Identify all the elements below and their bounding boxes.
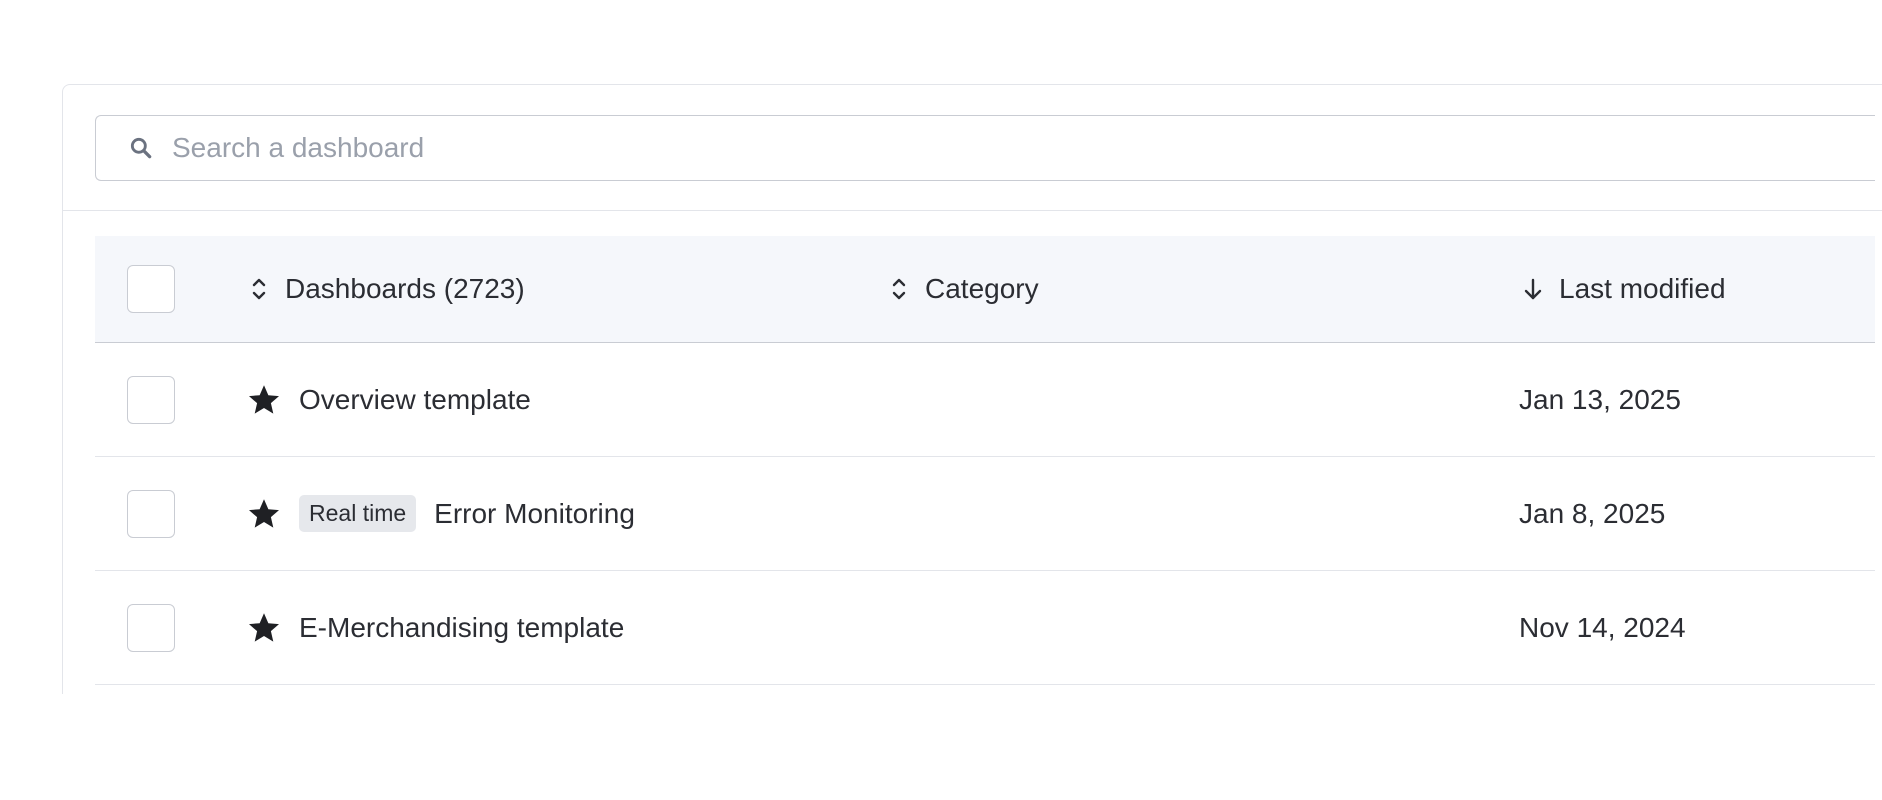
dashboard-name[interactable]: E-Merchandising template: [299, 612, 624, 644]
last-modified-cell: Jan 13, 2025: [1519, 383, 1681, 415]
realtime-badge: Real time: [299, 495, 417, 532]
last-modified-cell: Jan 8, 2025: [1519, 497, 1666, 529]
dashboards-table: Dashboards (2723) Category Last modified: [95, 236, 1875, 685]
sort-icon: [245, 272, 273, 306]
search-icon: [126, 133, 156, 163]
table-header: Dashboards (2723) Category Last modified: [95, 236, 1875, 343]
search-area: [63, 85, 1882, 211]
column-label-last-modified: Last modified: [1559, 273, 1726, 304]
dashboard-name[interactable]: Overview template: [299, 384, 531, 416]
dashboard-name-cell: Overview template: [245, 343, 531, 456]
column-header-dashboards[interactable]: Dashboards (2723): [245, 236, 525, 342]
row-checkbox[interactable]: [127, 603, 175, 652]
dashboard-name[interactable]: Error Monitoring: [434, 498, 635, 530]
arrow-down-icon: [1519, 272, 1547, 306]
row-checkbox[interactable]: [127, 489, 175, 538]
star-icon[interactable]: [245, 495, 283, 533]
select-all-checkbox[interactable]: [127, 265, 175, 313]
dashboard-name-cell: Real time Error Monitoring: [245, 457, 635, 570]
sort-icon: [885, 272, 913, 306]
search-box[interactable]: [95, 115, 1875, 181]
column-label-dashboards: Dashboards (2723): [285, 273, 525, 304]
table-row[interactable]: Real time Error Monitoring Jan 8, 2025: [95, 457, 1875, 571]
table-row[interactable]: E-Merchandising template Nov 14, 2024: [95, 571, 1875, 685]
search-input[interactable]: [172, 116, 1875, 180]
column-header-category[interactable]: Category: [885, 236, 1039, 342]
star-icon[interactable]: [245, 381, 283, 419]
table-row[interactable]: Overview template Jan 13, 2025: [95, 343, 1875, 457]
column-header-last-modified[interactable]: Last modified: [1519, 236, 1726, 342]
star-icon[interactable]: [245, 609, 283, 647]
column-label-category: Category: [925, 273, 1039, 304]
last-modified-cell: Nov 14, 2024: [1519, 611, 1686, 643]
row-checkbox[interactable]: [127, 375, 175, 424]
dashboards-panel: Dashboards (2723) Category Last modified: [62, 84, 1882, 694]
dashboard-name-cell: E-Merchandising template: [245, 571, 624, 684]
